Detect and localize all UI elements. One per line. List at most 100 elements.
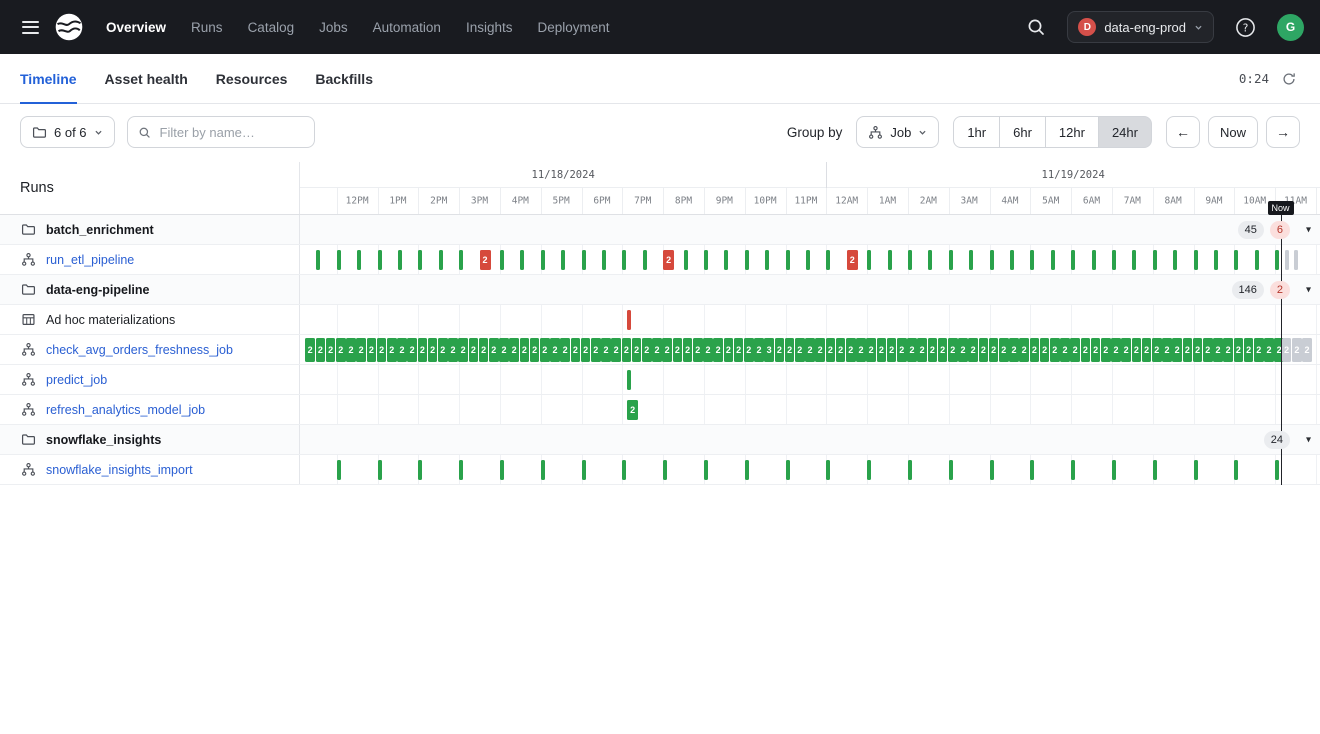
run-bar[interactable]: 2 bbox=[1142, 338, 1152, 362]
run-bar[interactable] bbox=[1112, 250, 1116, 270]
run-bar[interactable]: 2 bbox=[480, 250, 491, 270]
run-bar[interactable]: 2 bbox=[795, 338, 805, 362]
nav-item-insights[interactable]: Insights bbox=[466, 20, 513, 35]
run-bar[interactable]: 2 bbox=[1234, 338, 1244, 362]
nav-item-runs[interactable]: Runs bbox=[191, 20, 223, 35]
run-bar[interactable] bbox=[1153, 460, 1157, 480]
run-bar[interactable]: 2 bbox=[489, 338, 499, 362]
run-bar[interactable]: 2 bbox=[1152, 338, 1162, 362]
run-bar[interactable]: 2 bbox=[815, 338, 825, 362]
run-bar[interactable]: 2 bbox=[847, 250, 858, 270]
run-bar[interactable] bbox=[459, 460, 463, 480]
refresh-button[interactable] bbox=[1278, 68, 1300, 90]
timeline-row-batch-enrichment[interactable]: batch_enrichment456▾ bbox=[0, 215, 1320, 245]
run-bar[interactable] bbox=[582, 460, 586, 480]
run-bar[interactable]: 2 bbox=[1040, 338, 1050, 362]
run-bar[interactable]: 2 bbox=[326, 338, 336, 362]
run-bar[interactable] bbox=[1214, 250, 1218, 270]
job-link[interactable]: refresh_analytics_model_job bbox=[46, 403, 205, 417]
run-bar[interactable] bbox=[908, 250, 912, 270]
run-bar[interactable] bbox=[582, 250, 586, 270]
nav-item-jobs[interactable]: Jobs bbox=[319, 20, 348, 35]
run-bar[interactable] bbox=[500, 460, 504, 480]
run-bar[interactable]: 2 bbox=[418, 338, 428, 362]
run-bar[interactable]: 2 bbox=[785, 338, 795, 362]
run-bar[interactable]: 2 bbox=[673, 338, 683, 362]
run-bar[interactable]: 2 bbox=[1019, 338, 1029, 362]
run-bar[interactable] bbox=[888, 250, 892, 270]
run-bar[interactable]: 2 bbox=[509, 338, 519, 362]
run-bar[interactable] bbox=[908, 460, 912, 480]
run-bar[interactable]: 2 bbox=[866, 338, 876, 362]
run-bar[interactable]: 2 bbox=[1244, 338, 1254, 362]
run-bar[interactable] bbox=[398, 250, 402, 270]
run-bar[interactable]: 2 bbox=[989, 338, 999, 362]
run-bar[interactable]: 2 bbox=[448, 338, 458, 362]
run-bar[interactable] bbox=[1132, 250, 1136, 270]
run-bar[interactable]: 2 bbox=[1254, 338, 1264, 362]
range-option-24hr[interactable]: 24hr bbox=[1099, 116, 1152, 148]
run-bar[interactable]: 2 bbox=[1050, 338, 1060, 362]
run-bar[interactable]: 2 bbox=[571, 338, 581, 362]
run-bar[interactable] bbox=[1071, 460, 1075, 480]
run-bar[interactable]: 2 bbox=[754, 338, 764, 362]
range-option-12hr[interactable]: 12hr bbox=[1046, 116, 1099, 148]
run-bar[interactable]: 2 bbox=[1302, 338, 1312, 362]
timeline-now-button[interactable]: Now bbox=[1208, 116, 1258, 148]
run-bar[interactable]: 2 bbox=[591, 338, 601, 362]
deployment-switcher[interactable]: D data-eng-prod bbox=[1067, 11, 1214, 43]
tab-asset-health[interactable]: Asset health bbox=[105, 54, 188, 103]
run-bar[interactable]: 2 bbox=[1162, 338, 1172, 362]
run-bar[interactable]: 2 bbox=[652, 338, 662, 362]
run-bar[interactable] bbox=[316, 250, 320, 270]
run-bar[interactable] bbox=[1030, 460, 1034, 480]
timeline-back-button[interactable]: ← bbox=[1166, 116, 1200, 148]
run-bar[interactable] bbox=[1030, 250, 1034, 270]
run-bar[interactable] bbox=[1092, 250, 1096, 270]
group-by-dropdown[interactable]: Job bbox=[856, 116, 939, 148]
run-bar[interactable]: 2 bbox=[622, 338, 632, 362]
run-bar[interactable] bbox=[745, 460, 749, 480]
run-bar[interactable] bbox=[439, 250, 443, 270]
run-bar[interactable] bbox=[684, 250, 688, 270]
run-bar[interactable] bbox=[622, 250, 626, 270]
timeline-row-snowflake-insights[interactable]: snowflake_insights24▾ bbox=[0, 425, 1320, 455]
run-bar[interactable]: 2 bbox=[805, 338, 815, 362]
run-bar[interactable]: 2 bbox=[662, 338, 672, 362]
run-bar[interactable] bbox=[1071, 250, 1075, 270]
run-bar[interactable] bbox=[357, 250, 361, 270]
run-bar[interactable]: 2 bbox=[724, 338, 734, 362]
run-bar[interactable]: 2 bbox=[642, 338, 652, 362]
run-bar[interactable]: 2 bbox=[377, 338, 387, 362]
run-bar[interactable]: 2 bbox=[958, 338, 968, 362]
run-bar[interactable]: 2 bbox=[999, 338, 1009, 362]
run-bar[interactable] bbox=[786, 250, 790, 270]
run-bar[interactable] bbox=[1234, 460, 1238, 480]
run-bar[interactable] bbox=[867, 460, 871, 480]
run-bar[interactable] bbox=[627, 310, 631, 330]
run-bar[interactable]: 2 bbox=[356, 338, 366, 362]
timeline-forward-button[interactable]: → bbox=[1266, 116, 1300, 148]
run-bar[interactable] bbox=[745, 250, 749, 270]
run-bar[interactable] bbox=[826, 460, 830, 480]
run-bar[interactable]: 2 bbox=[703, 338, 713, 362]
run-bar[interactable]: 2 bbox=[948, 338, 958, 362]
run-bar[interactable]: 2 bbox=[713, 338, 723, 362]
run-bar[interactable]: 2 bbox=[938, 338, 948, 362]
run-bar[interactable] bbox=[418, 460, 422, 480]
run-bar[interactable] bbox=[867, 250, 871, 270]
run-bar[interactable]: 2 bbox=[826, 338, 836, 362]
run-bar[interactable]: 2 bbox=[979, 338, 989, 362]
run-bar[interactable] bbox=[1010, 250, 1014, 270]
run-bar[interactable] bbox=[969, 250, 973, 270]
run-bar[interactable] bbox=[1275, 460, 1279, 480]
run-bar[interactable] bbox=[704, 250, 708, 270]
run-bar[interactable] bbox=[1294, 250, 1298, 270]
run-bar[interactable] bbox=[1194, 250, 1198, 270]
nav-item-automation[interactable]: Automation bbox=[373, 20, 441, 35]
run-bar[interactable]: 2 bbox=[632, 338, 642, 362]
run-bar[interactable]: 2 bbox=[877, 338, 887, 362]
run-bar[interactable] bbox=[1173, 250, 1177, 270]
run-bar[interactable] bbox=[1194, 460, 1198, 480]
run-bar[interactable]: 2 bbox=[1132, 338, 1142, 362]
